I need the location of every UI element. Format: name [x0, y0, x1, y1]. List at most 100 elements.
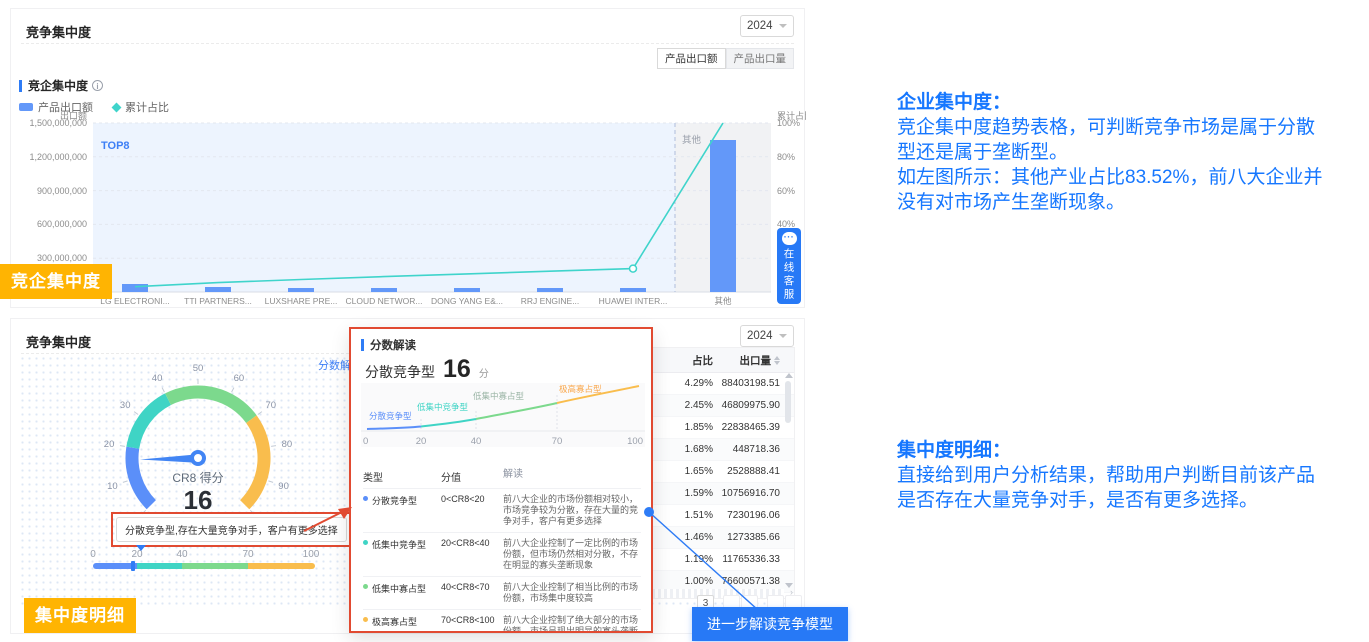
chat-bubble-icon: ··· [782, 232, 797, 245]
annotation-body: 直接给到用户分析结果，帮助用户判断目前该产品 是否存在大量竞争对手，是否有更多选… [897, 463, 1369, 513]
gauge-tick [123, 481, 128, 483]
gauge-tick [258, 412, 262, 415]
x-tick: LUXSHARE PRE... [265, 296, 338, 306]
year-select-value: 2024 [747, 330, 773, 342]
y-tick: 600,000,000 [37, 219, 87, 229]
interpretation-row: 低集中竞争型 20<CR8<40 前八大企业控制了一定比例的市场份额，但市场仍然… [363, 533, 641, 577]
page: 竞争集中度 2024 产品出口额 产品出口量 竞企集中度 i 产品出口额 累计占… [0, 0, 1369, 642]
section-title: 竞企集中度 [28, 77, 88, 94]
curve-label: 极高寡占型 [559, 384, 602, 394]
scale-segment-teal [137, 563, 182, 569]
cr8-scale-bar: 0 20 40 70 100 [93, 549, 315, 575]
line-marker [630, 265, 637, 272]
gauge-title: CR8 得分 [172, 470, 223, 485]
online-service-widget[interactable]: ··· 在线客服 [777, 228, 801, 304]
gauge-tick [271, 446, 276, 447]
gauge-tick-label: 60 [234, 373, 245, 384]
x-tick: RRJ ENGINE... [521, 296, 580, 306]
cr8-curve-chart: 分散竞争型 低集中竞争型 低集中寡占型 极高寡占型 0 20 40 70 100 [361, 383, 645, 459]
scale-tick: 70 [242, 549, 253, 560]
scroll-up-icon[interactable] [785, 373, 793, 378]
gauge-value: 16 [184, 485, 213, 515]
y-tick-right: 100% [777, 118, 800, 128]
y-tick: 1,500,000,000 [29, 118, 87, 128]
annotation-body: 竞企集中度趋势表格，可判断竞争市场是属于分散 型还是属于垄断型。 [897, 115, 1369, 165]
curve-label: 低集中寡占型 [473, 391, 525, 401]
y-tick-right: 80% [777, 152, 795, 162]
concentration-trend-chart: 出口额 累计占比 1,500,000,000 1,200,000,000 900… [11, 111, 806, 309]
toggle-export-amount[interactable]: 产品出口额 [657, 48, 726, 69]
gauge-tick-label: 90 [278, 481, 289, 492]
x-tick: TTI PARTNERS... [184, 296, 252, 306]
top8-region [93, 123, 675, 292]
gauge-tick-label: 80 [282, 439, 293, 450]
scale-tick: 0 [90, 549, 96, 560]
red-arrow-icon [300, 498, 360, 538]
info-icon[interactable]: i [92, 80, 103, 91]
type-dot-icon [363, 617, 368, 622]
annotation-body: 如左图所示：其他产业占比83.52%，前八大企业并 没有对市场产生垄断现象。 [897, 165, 1369, 215]
curve-x-tick: 70 [552, 436, 563, 447]
gauge-segment-blue [132, 448, 151, 505]
gauge-tick-label: 20 [104, 439, 115, 450]
popup-header: 分数解读 [361, 337, 416, 353]
scale-tick: 40 [176, 549, 187, 560]
year-select[interactable]: 2024 [740, 15, 794, 37]
scale-segment-orange [248, 563, 315, 569]
interpret-model-button[interactable]: 进一步解读竞争模型 [692, 607, 848, 641]
annotation-enterprise-concentration: 企业集中度： 竞企集中度趋势表格，可判断竞争市场是属于分散 型还是属于垄断型。 … [897, 90, 1369, 215]
type-dot-icon [363, 584, 368, 589]
popup-score-row: 分散竞争型 16 分 [365, 355, 489, 384]
table-header-row: 类型 分值 解读 [363, 465, 641, 489]
curve-x-tick: 100 [627, 436, 643, 447]
year-select[interactable]: 2024 [740, 325, 794, 347]
interpretation-row: 分散竞争型 0<CR8<20 前八大企业的市场份额相对较小，市场竞争较为分散，存… [363, 489, 641, 533]
gauge-tick [268, 481, 273, 483]
interpretation-table: 类型 分值 解读 分散竞争型 0<CR8<20 前八大企业的市场份额相对较小，市… [363, 465, 641, 633]
year-select-value: 2024 [747, 20, 773, 32]
x-tick: HUAWEI INTER... [599, 296, 668, 306]
gauge-tick [162, 388, 164, 393]
online-service-label: 在线客服 [782, 248, 797, 302]
score-explain-popup: 分数解读 分散竞争型 16 分 分散竞争型 低集中竞争 [349, 327, 653, 633]
gauge-tick-label: 10 [107, 481, 118, 492]
section-header: 竞企集中度 i [19, 77, 103, 94]
annotation-concentration-detail: 集中度明细： 直接给到用户分析结果，帮助用户判断目前该产品 是否存在大量竞争对手… [897, 438, 1369, 513]
gauge-segment-teal [133, 399, 168, 448]
x-tick: 其他 [714, 296, 732, 306]
scroll-thumb[interactable] [785, 381, 791, 423]
gauge-segment-orange [245, 419, 264, 505]
result-type: 分散竞争型 [365, 362, 435, 382]
popup-title: 分数解读 [370, 337, 416, 353]
interpretation-row: 低集中寡占型 40<CR8<70 前八大企业控制了相当比例的市场份额，市场集中度… [363, 577, 641, 610]
interpretation-row: 极高寡占型 70<CR8<100 前八大企业控制了绝大部分的市场份额，市场呈现出… [363, 610, 641, 633]
connector-dot-icon [644, 507, 654, 517]
curve-x-tick: 20 [416, 436, 427, 447]
top8-label: TOP8 [101, 140, 130, 152]
pointer-triangle-icon [136, 545, 146, 551]
gauge-hub [192, 452, 204, 464]
gauge-tick-label: 50 [193, 363, 204, 374]
type-dot-icon [363, 496, 368, 501]
y-tick-right: 60% [777, 186, 795, 196]
callout-top8-concentration: 竞企集中度 [0, 264, 112, 299]
sort-icon [774, 356, 780, 365]
y-tick: 300,000,000 [37, 253, 87, 263]
separator [21, 43, 794, 44]
col-export-header[interactable]: 出口量 [716, 353, 780, 368]
other-label: 其他 [682, 134, 702, 146]
curve-label: 低集中竞争型 [417, 402, 469, 412]
y-tick: 1,200,000,000 [29, 152, 87, 162]
scale-tick: 100 [303, 549, 320, 560]
toggle-export-quantity[interactable]: 产品出口量 [726, 48, 795, 69]
gauge-tick-label: 40 [152, 373, 163, 384]
scale-marker[interactable] [131, 561, 135, 571]
scale-segment-green [182, 563, 248, 569]
y-tick: 900,000,000 [37, 186, 87, 196]
annotation-heading: 企业集中度： [897, 92, 1011, 113]
panel-title: 竞争集中度 [26, 22, 91, 41]
competition-concentration-panel: 竞争集中度 2024 产品出口额 产品出口量 竞企集中度 i 产品出口额 累计占… [10, 8, 805, 308]
callout-concentration-detail: 集中度明细 [24, 598, 136, 633]
gauge-tick-label: 30 [120, 400, 131, 411]
panel-title: 竞争集中度 [26, 332, 91, 351]
